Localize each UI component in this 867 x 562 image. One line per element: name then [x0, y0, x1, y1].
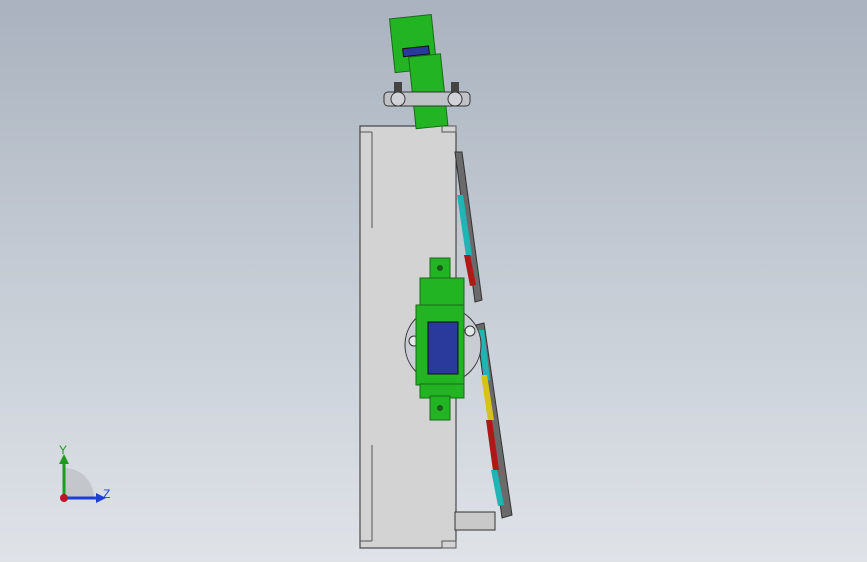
x-axis-icon	[60, 494, 68, 502]
y-axis-label: Y	[59, 443, 67, 457]
pcb-strip-lower[interactable]	[475, 322, 513, 519]
sensor-chip[interactable]	[427, 321, 459, 375]
bottom-plate[interactable]	[454, 511, 496, 531]
orientation-triad[interactable]: Y Z	[48, 440, 168, 520]
center-bracket[interactable]	[415, 257, 465, 421]
graphics-viewport[interactable]: Y Z	[0, 0, 867, 562]
disc-screw-right	[464, 325, 476, 337]
top-bracket[interactable]	[388, 13, 449, 130]
z-axis-label: Z	[103, 487, 110, 501]
